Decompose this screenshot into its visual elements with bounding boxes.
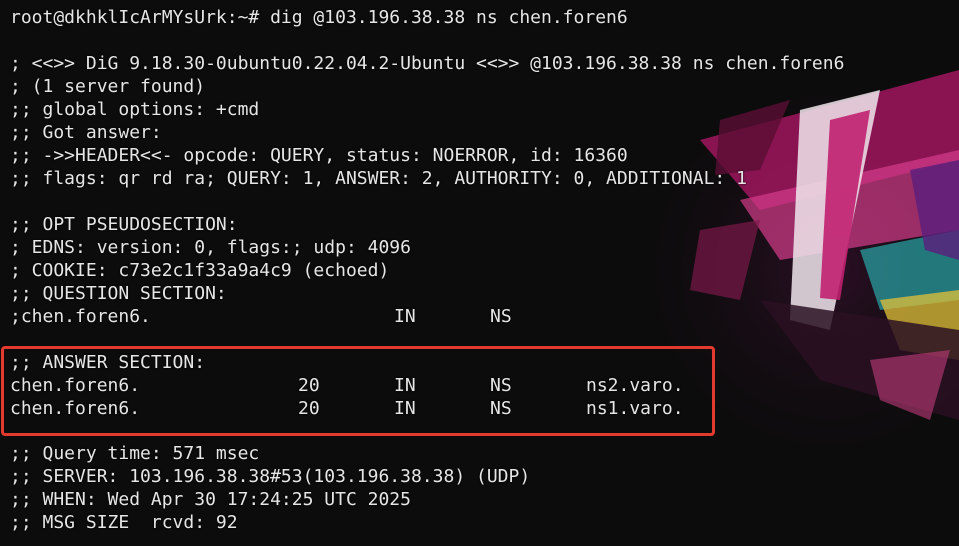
record-name: chen.foren6. bbox=[10, 375, 141, 396]
cookie-line: ; COOKIE: c73e2c1f33a9a4c9 (echoed) bbox=[10, 260, 390, 281]
record-data: ns1.varo. bbox=[586, 398, 684, 419]
opt-section-title: ;; OPT PSEUDOSECTION: bbox=[10, 214, 238, 235]
when-line: ;; WHEN: Wed Apr 30 17:24:25 UTC 2025 bbox=[10, 489, 411, 510]
question-type: NS bbox=[490, 306, 512, 327]
record-type: NS bbox=[490, 375, 512, 396]
answer-record: chen.foren6. 20 IN NS ns2.varo. bbox=[10, 374, 844, 397]
query-time-line: ;; Query time: 571 msec bbox=[10, 443, 260, 464]
question-record: ;chen.foren6. IN NS bbox=[10, 305, 844, 328]
flags-line: ;; flags: qr rd ra; QUERY: 1, ANSWER: 2,… bbox=[10, 168, 747, 189]
answer-record: chen.foren6. 20 IN NS ns1.varo. bbox=[10, 397, 844, 420]
record-name: chen.foren6. bbox=[10, 398, 141, 419]
dig-banner-line: ; <<>> DiG 9.18.30-0ubuntu0.22.04.2-Ubun… bbox=[10, 53, 845, 74]
msg-size-line: ;; MSG SIZE rcvd: 92 bbox=[10, 512, 238, 533]
question-class: IN bbox=[394, 306, 416, 327]
record-type: NS bbox=[490, 398, 512, 419]
question-name: ;chen.foren6. bbox=[10, 306, 151, 327]
global-options-line: ;; global options: +cmd bbox=[10, 99, 260, 120]
question-section-title: ;; QUESTION SECTION: bbox=[10, 283, 227, 304]
got-answer-line: ;; Got answer: bbox=[10, 122, 162, 143]
record-data: ns2.varo. bbox=[586, 375, 684, 396]
record-class: IN bbox=[394, 398, 416, 419]
server-count-line: ; (1 server found) bbox=[10, 76, 206, 97]
answer-section: ;; ANSWER SECTION: chen.foren6. 20 IN NS ns2… bbox=[1, 346, 844, 436]
record-class: IN bbox=[394, 375, 416, 396]
terminal-output: root@dkhklIcArMYsUrk:~# dig @103.196.38.… bbox=[1, 6, 845, 534]
record-ttl: 20 bbox=[298, 375, 320, 396]
terminal-window[interactable]: root@dkhklIcArMYsUrk:~# dig @103.196.38.… bbox=[0, 0, 959, 546]
header-status-line: ;; ->>HEADER<<- opcode: QUERY, status: N… bbox=[10, 145, 628, 166]
server-line: ;; SERVER: 103.196.38.38#53(103.196.38.3… bbox=[10, 466, 531, 487]
command-prompt-line: root@dkhklIcArMYsUrk:~# dig @103.196.38.… bbox=[10, 7, 628, 28]
answer-section-title: ;; ANSWER SECTION: bbox=[10, 352, 206, 373]
record-ttl: 20 bbox=[298, 398, 320, 419]
edns-line: ; EDNS: version: 0, flags:; udp: 4096 bbox=[10, 237, 411, 258]
